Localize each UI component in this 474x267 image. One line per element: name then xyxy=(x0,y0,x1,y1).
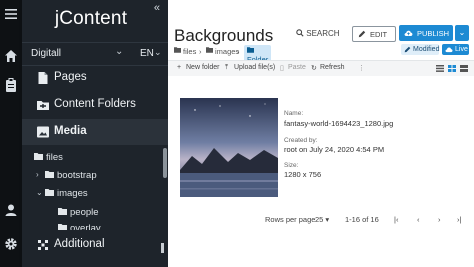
image-icon xyxy=(36,125,50,139)
nav-item-pages[interactable]: Pages xyxy=(22,65,168,91)
refresh-button[interactable]: Refresh xyxy=(320,64,345,71)
media-thumbnail[interactable] xyxy=(180,98,278,197)
cloud-icon xyxy=(445,47,453,53)
created-by: root on July 24, 2020 4:54 PM xyxy=(284,145,385,154)
size-label: Size: xyxy=(284,162,299,169)
tree-item-overlay[interactable]: overlay xyxy=(22,220,168,230)
tree-item-label: files xyxy=(46,152,63,163)
nav-item-label: Additional xyxy=(54,238,105,250)
chevron-down-icon[interactable]: ⌄ xyxy=(36,188,43,197)
site-language-bar: Digitall ⌄ EN ⌄ xyxy=(22,42,168,66)
search-button[interactable]: SEARCH xyxy=(296,29,340,38)
nav-item-content-folders[interactable]: Content Folders xyxy=(22,92,168,118)
jcontent-app: jContent « Digitall ⌄ EN ⌄ Pages Content… xyxy=(0,0,474,267)
tree-item-images[interactable]: ⌄ images xyxy=(22,185,168,203)
chevron-down-icon[interactable]: ⌄ xyxy=(154,47,162,58)
page-title: Backgrounds xyxy=(174,26,274,45)
folder-icon xyxy=(174,47,181,53)
previous-page-icon[interactable]: ‹ xyxy=(417,215,420,224)
nav-item-label: Media xyxy=(54,125,87,137)
chevron-right-icon: › xyxy=(199,47,202,56)
status-badge-label: Live xyxy=(455,46,468,53)
file-name: fantasy-world-1694423_1280.jpg xyxy=(284,119,394,128)
tree-item-files[interactable]: files xyxy=(22,149,168,167)
nav-item-media[interactable]: Media xyxy=(22,119,168,253)
nav-item-additional[interactable]: Additional xyxy=(22,232,168,258)
home-icon[interactable] xyxy=(3,48,19,64)
file-icon xyxy=(36,71,50,85)
folder-icon xyxy=(247,47,254,53)
main-content: Backgrounds files › images › Folder SEAR… xyxy=(168,0,474,267)
refresh-icon: ↻ xyxy=(311,65,317,72)
breadcrumb-item[interactable]: files xyxy=(183,47,196,56)
hamburger-menu-icon[interactable] xyxy=(3,6,19,22)
paste-icon: ▯ xyxy=(280,65,284,72)
folder-icon xyxy=(34,153,43,160)
tree-item-bootstrap[interactable]: › bootstrap xyxy=(22,167,168,185)
chevron-down-icon[interactable]: ⌄ xyxy=(115,46,123,57)
primary-icon-bar xyxy=(0,0,22,267)
jcontent-nav-panel: jContent « Digitall ⌄ EN ⌄ Pages Content… xyxy=(22,0,168,267)
tree-item-label: images xyxy=(57,188,88,199)
search-label: SEARCH xyxy=(306,29,340,38)
nav-item-label: Content Folders xyxy=(54,98,136,110)
puzzle-icon xyxy=(36,238,50,252)
plus-icon: + xyxy=(177,64,182,71)
cloud-upload-icon xyxy=(404,30,413,36)
folder-icon xyxy=(58,224,67,230)
file-size: 1280 x 756 xyxy=(284,170,322,179)
collapse-nav-icon[interactable]: « xyxy=(154,2,160,14)
pencil-icon xyxy=(404,46,411,53)
status-badge-live: Live xyxy=(442,44,469,55)
breadcrumb-item[interactable]: images xyxy=(215,47,239,56)
rows-per-page-select[interactable]: 25 ▾ xyxy=(315,215,329,224)
edit-button[interactable]: EDIT xyxy=(352,26,396,42)
first-page-icon[interactable]: |‹ xyxy=(394,215,398,224)
name-label: Name: xyxy=(284,110,304,117)
upload-files-button[interactable]: Upload file(s) xyxy=(234,64,275,71)
created-label: Created by: xyxy=(284,137,318,144)
tree-item-label: overlay xyxy=(70,223,101,230)
clipboard-icon[interactable] xyxy=(3,77,19,93)
paste-button[interactable]: Paste xyxy=(288,64,306,71)
chevron-right-icon[interactable]: › xyxy=(36,170,39,179)
app-brand: jContent xyxy=(54,8,128,29)
detail-view-icon[interactable] xyxy=(460,65,468,72)
publish-button[interactable]: PUBLISH xyxy=(399,25,453,41)
folder-icon xyxy=(45,171,54,178)
upload-icon: ⤒ xyxy=(225,64,229,71)
new-folder-button[interactable]: New folder xyxy=(186,64,219,71)
chevron-right-icon: › xyxy=(237,47,240,56)
publish-menu-button[interactable]: ⌄ xyxy=(455,25,469,41)
language-selector[interactable]: EN xyxy=(140,48,154,59)
rows-per-page-label: Rows per page xyxy=(265,215,316,224)
grid-view-icon[interactable] xyxy=(448,65,456,72)
status-badge-label: Modified xyxy=(413,46,440,53)
page-range: 1-16 of 16 xyxy=(345,215,379,224)
site-selector[interactable]: Digitall xyxy=(31,48,61,59)
folder-icon xyxy=(36,98,50,112)
settings-gear-icon[interactable] xyxy=(3,236,19,252)
last-page-icon[interactable]: ›| xyxy=(457,215,461,224)
tree-item-label: bootstrap xyxy=(57,170,97,181)
content-toolbar: + New folder ⤒ Upload file(s) ▯ Paste ↻ … xyxy=(168,60,474,77)
list-view-icon[interactable] xyxy=(436,65,444,72)
tree-scrollbar[interactable] xyxy=(163,148,167,178)
edit-label: EDIT xyxy=(370,30,388,39)
pagination: Rows per page 25 ▾ 1-16 of 16 |‹ ‹ › ›| xyxy=(168,205,474,231)
publish-label: PUBLISH xyxy=(417,29,450,38)
tree-item-label: people xyxy=(70,207,99,218)
folder-icon xyxy=(58,208,67,215)
user-icon[interactable] xyxy=(3,202,19,218)
rows-per-page-value: 25 xyxy=(315,215,324,224)
next-page-icon[interactable]: › xyxy=(438,215,441,224)
folder-icon xyxy=(206,47,213,53)
pencil-icon xyxy=(358,30,366,38)
more-options-icon[interactable]: ⋮ xyxy=(358,64,365,72)
folder-icon xyxy=(45,189,54,196)
nav-item-label: Pages xyxy=(54,71,87,83)
search-icon xyxy=(296,29,304,37)
status-badge-modified: Modified xyxy=(401,44,439,55)
media-card[interactable]: Name: fantasy-world-1694423_1280.jpg Cre… xyxy=(168,76,474,205)
